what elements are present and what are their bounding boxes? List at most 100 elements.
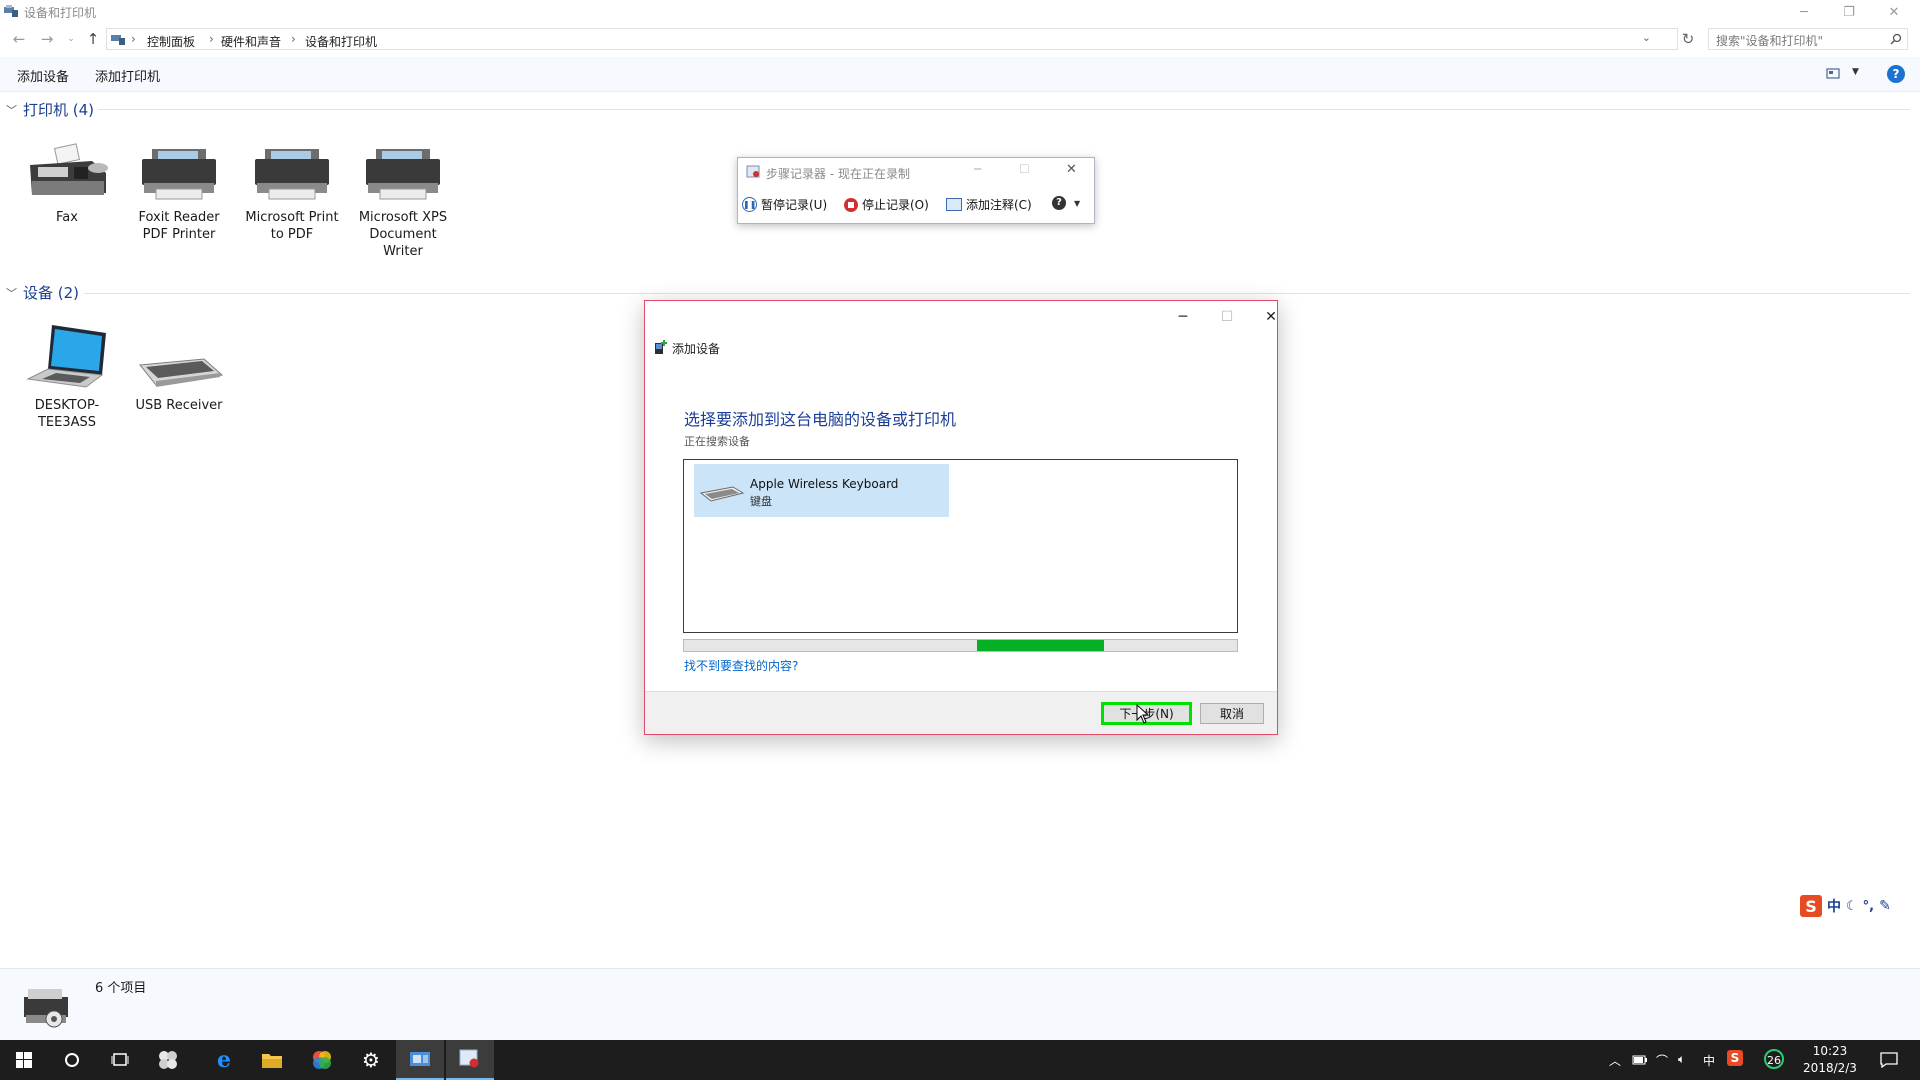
- taskbar-color-app[interactable]: [298, 1040, 346, 1080]
- progress-fill: [977, 640, 1105, 651]
- taskbar-settings[interactable]: ⚙: [347, 1040, 395, 1080]
- minimize-button[interactable]: ─: [1781, 0, 1827, 24]
- device-label: Microsoft Print to PDF: [245, 210, 339, 242]
- clock-date: 2018/2/3: [1803, 1061, 1857, 1075]
- steps-recorder-icon: [746, 165, 760, 178]
- close-button[interactable]: ✕: [1871, 0, 1917, 24]
- window-title: 设备和打印机: [24, 6, 97, 20]
- task-view-button[interactable]: [96, 1040, 144, 1080]
- taskbar-edge[interactable]: e: [200, 1040, 248, 1080]
- show-hidden-icons[interactable]: ︿: [1609, 1052, 1621, 1069]
- pause-recording-button[interactable]: ❚❚ 暂停记录(U): [742, 196, 827, 213]
- devices-printers-large-icon: [24, 989, 68, 1028]
- address-bar[interactable]: › 控制面板 › 硬件和声音 › 设备和打印机 ⌄: [106, 28, 1678, 50]
- refresh-icon[interactable]: ↻: [1677, 29, 1699, 49]
- add-comment-label: 添加注释(C): [966, 198, 1032, 212]
- search-status-text: 正在搜索设备: [684, 435, 750, 448]
- app-grid-icon: [159, 1051, 177, 1069]
- breadcrumb-hardware-sound[interactable]: 硬件和声音: [221, 33, 281, 50]
- dialog-maximize-button[interactable]: ☐: [1205, 303, 1249, 331]
- list-item-apple-keyboard[interactable]: Apple Wireless Keyboard 键盘: [694, 464, 949, 517]
- printers-group-header[interactable]: ﹀ 打印机 (4): [6, 99, 94, 120]
- mouse-cursor-icon: [1136, 704, 1150, 724]
- psr-help-button[interactable]: ? ▼: [1052, 196, 1084, 210]
- device-fax[interactable]: Fax: [14, 143, 120, 226]
- device-ms-xps-writer[interactable]: Microsoft XPS Document Writer: [350, 143, 456, 260]
- help-icon[interactable]: ?: [1887, 65, 1905, 83]
- device-desktop[interactable]: DESKTOP-TEE3ASS: [14, 323, 120, 431]
- breadcrumb-control-panel[interactable]: 控制面板: [147, 33, 195, 50]
- taskbar-file-explorer[interactable]: [248, 1040, 296, 1080]
- start-button[interactable]: [0, 1040, 48, 1080]
- wrench-icon[interactable]: ✎: [1879, 898, 1891, 914]
- search-placeholder: 搜索"设备和打印机": [1716, 34, 1824, 48]
- restore-button[interactable]: ❐: [1826, 0, 1872, 24]
- taskbar-app-store[interactable]: [144, 1040, 192, 1080]
- dialog-close-button[interactable]: ✕: [1249, 303, 1293, 331]
- psr-maximize-button[interactable]: ☐: [1019, 162, 1030, 176]
- search-icon[interactable]: [1890, 33, 1902, 45]
- view-options-icon[interactable]: [1826, 68, 1842, 80]
- address-dropdown-icon[interactable]: ⌄: [1642, 31, 1651, 44]
- up-arrow-icon[interactable]: ↑: [82, 29, 104, 49]
- printer-icon: [255, 149, 329, 200]
- steps-recorder-window[interactable]: 步骤记录器 - 现在正在录制 ─ ☐ ✕ ❚❚ 暂停记录(U) 停止记录(O) …: [737, 157, 1095, 224]
- devices-group-header[interactable]: ﹀ 设备 (2): [6, 282, 79, 303]
- dropdown-arrow-icon[interactable]: ▼: [1074, 199, 1080, 208]
- volume-icon[interactable]: 🔈︎: [1678, 1052, 1685, 1067]
- device-foxit-printer[interactable]: Foxit Reader PDF Printer: [126, 143, 232, 243]
- cortana-button[interactable]: [48, 1040, 96, 1080]
- help-icon: ?: [1052, 196, 1066, 210]
- control-panel-icon: [410, 1052, 430, 1066]
- steps-recorder-icon: [459, 1049, 479, 1068]
- cancel-button[interactable]: 取消: [1200, 703, 1264, 724]
- moon-icon[interactable]: ☾: [1846, 899, 1858, 914]
- sogou-tray-icon[interactable]: S: [1727, 1050, 1743, 1066]
- breadcrumb-separator: ›: [131, 32, 136, 46]
- breadcrumb-devices-printers[interactable]: 设备和打印机: [305, 33, 377, 50]
- taskbar: e ⚙ ︿ ⌒ 🔈︎ 中 S 26 10:23 2018/2/3: [0, 1040, 1920, 1080]
- taskbar-control-panel[interactable]: [396, 1040, 444, 1080]
- device-usb-receiver[interactable]: USB Receiver: [126, 323, 232, 414]
- punctuation-icon[interactable]: °,: [1863, 899, 1874, 914]
- ime-mode[interactable]: 中: [1827, 896, 1841, 916]
- item-count: 6 个项目: [95, 981, 147, 996]
- notification-center-icon[interactable]: [1880, 1052, 1898, 1068]
- add-device-button[interactable]: 添加设备: [17, 66, 69, 85]
- device-label: DESKTOP-TEE3ASS: [34, 398, 100, 430]
- psr-close-button[interactable]: ✕: [1066, 162, 1077, 177]
- psr-minimize-button[interactable]: ─: [974, 162, 981, 176]
- clock[interactable]: 10:23 2018/2/3: [1790, 1043, 1870, 1077]
- command-bar: 添加设备 添加打印机 ▼ ?: [0, 57, 1920, 92]
- stop-recording-button[interactable]: 停止记录(O): [844, 196, 929, 213]
- ime-toolbar[interactable]: S 中 ☾ °, ✎: [1800, 894, 1891, 918]
- breadcrumb-separator: ›: [209, 32, 214, 46]
- dialog-minimize-button[interactable]: ─: [1161, 303, 1205, 331]
- add-device-dialog: ─ ☐ ✕ 添加设备 选择要添加到这台电脑的设备或打印机 正在搜索设备 Appl…: [644, 300, 1278, 735]
- device-list[interactable]: Apple Wireless Keyboard 键盘: [683, 459, 1238, 633]
- device-label: USB Receiver: [135, 398, 223, 413]
- network-icon[interactable]: ⌒: [1656, 1052, 1668, 1069]
- printer-icon: [142, 149, 216, 200]
- back-arrow-icon[interactable]: ←: [8, 29, 30, 49]
- collapse-chevron-icon[interactable]: ﹀: [6, 102, 17, 118]
- printers-group-title: 打印机 (4): [23, 101, 95, 119]
- add-comment-button[interactable]: 添加注释(C): [946, 196, 1032, 213]
- collapse-chevron-icon[interactable]: ﹀: [6, 285, 17, 301]
- edge-icon: e: [217, 1047, 231, 1073]
- taskbar-steps-recorder[interactable]: [446, 1040, 494, 1080]
- device-ms-print-to-pdf[interactable]: Microsoft Print to PDF: [239, 143, 345, 243]
- device-label: Fax: [56, 210, 78, 225]
- view-dropdown-icon[interactable]: ▼: [1852, 67, 1859, 77]
- add-device-icon: [655, 340, 667, 354]
- add-printer-button[interactable]: 添加打印机: [95, 66, 160, 85]
- forward-arrow-icon[interactable]: →: [36, 29, 58, 49]
- input-language[interactable]: 中: [1703, 1052, 1715, 1069]
- title-bar: 设备和打印机 ─ ❐ ✕: [0, 0, 1920, 24]
- recent-dropdown-icon[interactable]: ⌄: [60, 29, 82, 49]
- battery-icon[interactable]: [1632, 1054, 1648, 1066]
- cant-find-link[interactable]: 找不到要查找的内容?: [684, 657, 798, 674]
- search-box[interactable]: 搜索"设备和打印机": [1708, 28, 1908, 50]
- tray-badge[interactable]: 26: [1764, 1049, 1784, 1069]
- dialog-heading: 选择要添加到这台电脑的设备或打印机: [684, 410, 957, 429]
